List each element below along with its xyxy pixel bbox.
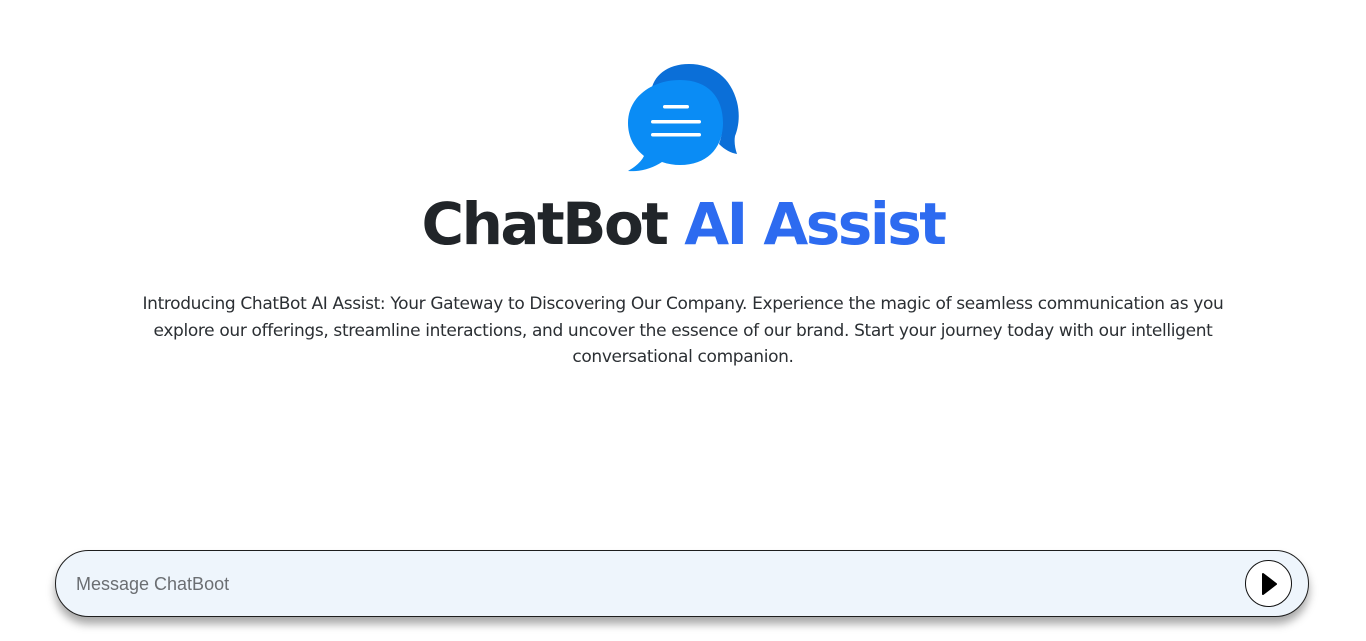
front-bubble — [628, 80, 723, 172]
bubble-line — [651, 120, 701, 124]
chatbot-landing-page: ChatBot AI Assist Introducing ChatBot AI… — [0, 0, 1366, 641]
send-button[interactable] — [1245, 560, 1292, 607]
intro-text: Introducing ChatBot AI Assist: Your Gate… — [142, 294, 1224, 367]
play-icon — [1262, 573, 1277, 595]
bubble-line — [651, 133, 701, 137]
title-main: ChatBot — [421, 190, 670, 258]
page-title: ChatBot AI Assist — [0, 188, 1366, 260]
chat-bubbles-icon — [628, 64, 739, 172]
message-composer — [55, 550, 1309, 617]
message-input[interactable] — [76, 565, 1226, 603]
bubble-line — [663, 105, 689, 109]
title-accent: AI Assist — [684, 190, 947, 258]
